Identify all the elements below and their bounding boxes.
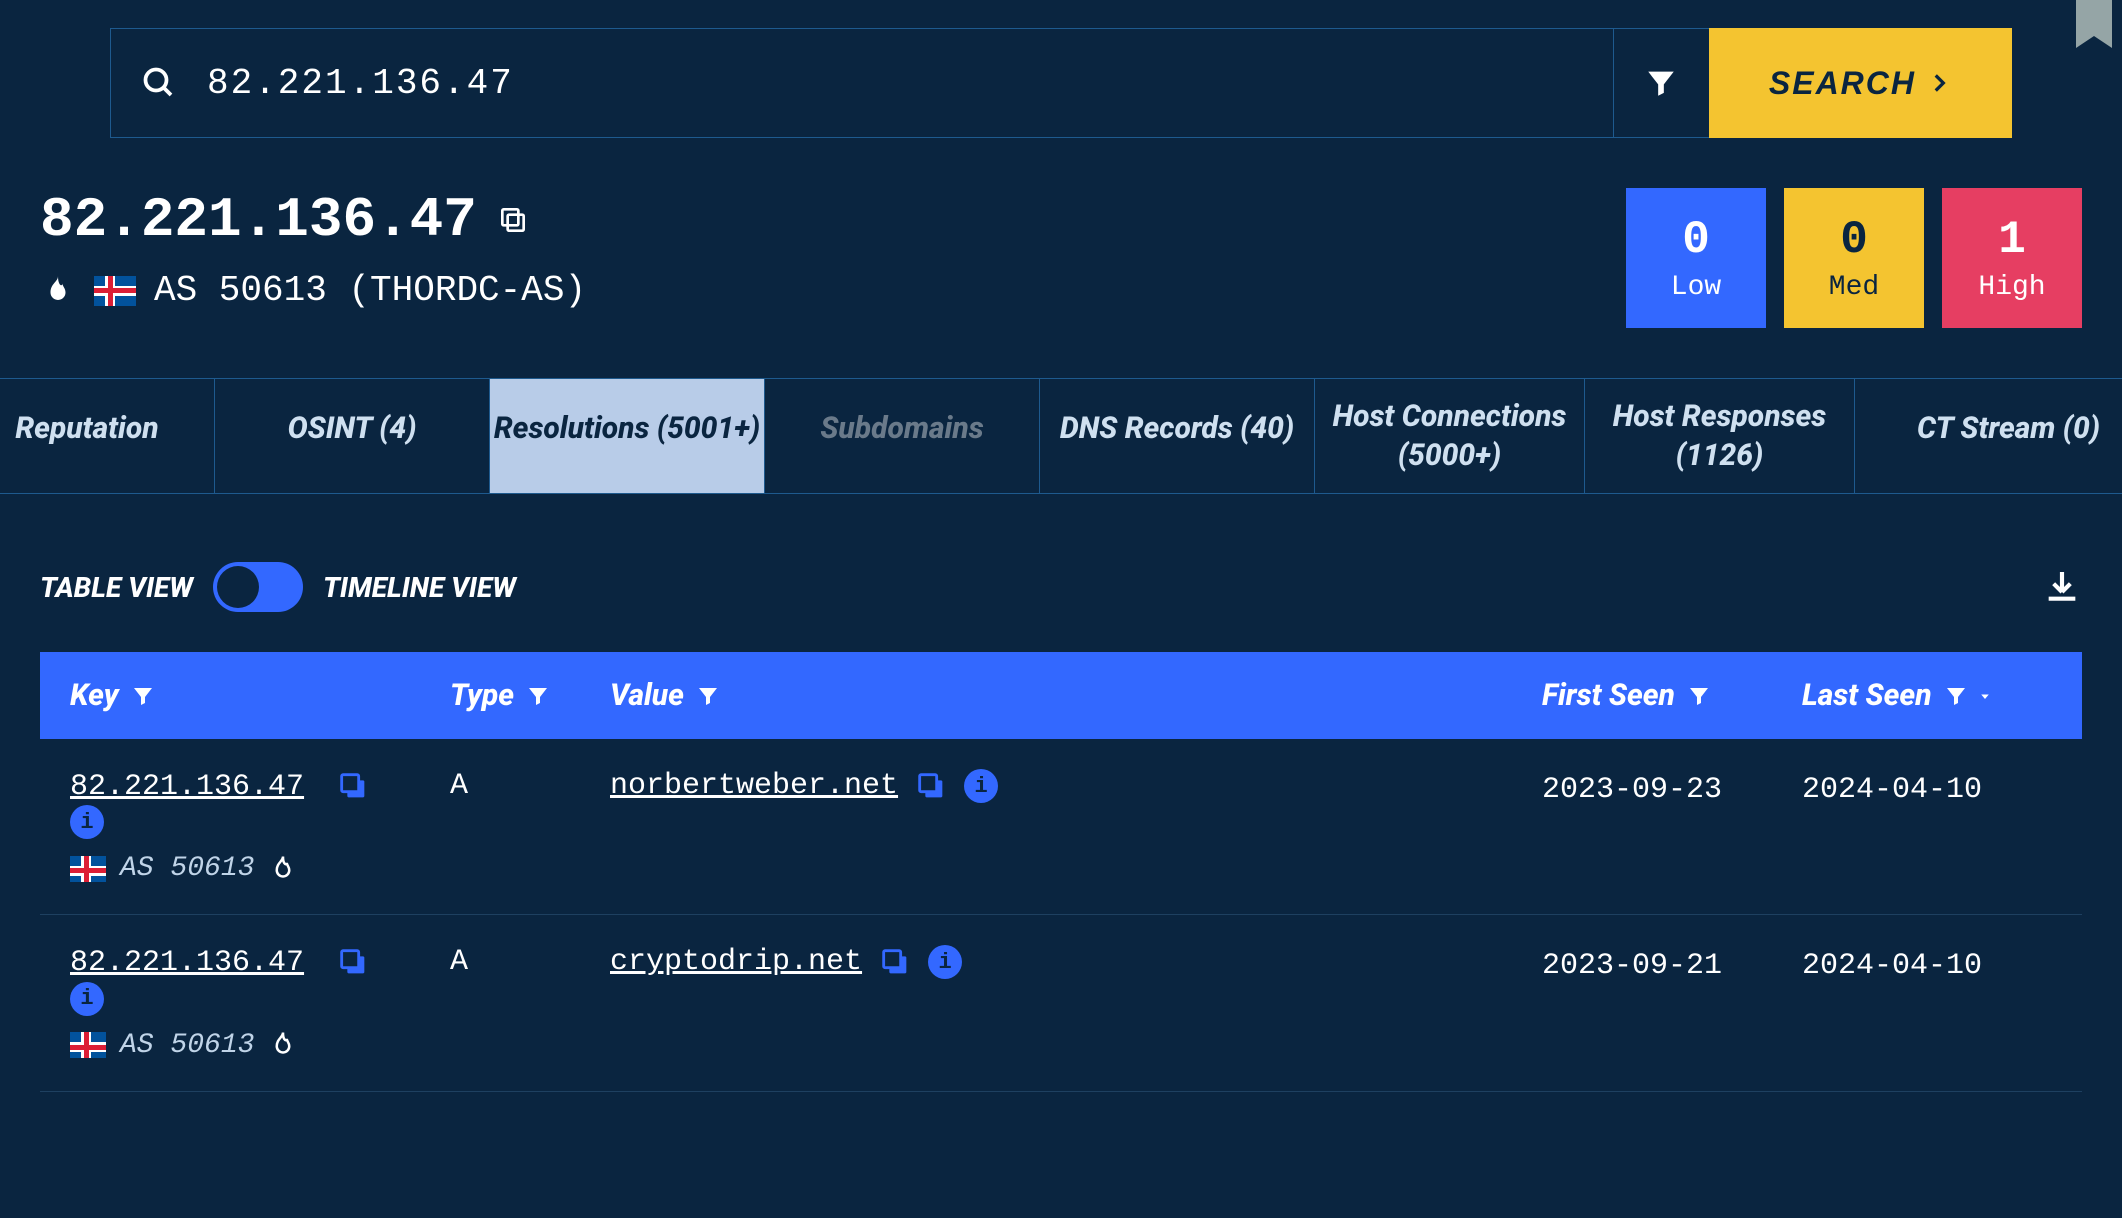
tab-subdomains[interactable]: Subdomains xyxy=(765,379,1040,493)
download-icon[interactable] xyxy=(2042,567,2082,607)
filter-icon xyxy=(1687,684,1711,708)
score-high-label: High xyxy=(1978,272,2045,303)
search-icon xyxy=(141,65,177,101)
funnel-icon xyxy=(1644,66,1678,100)
filter-icon xyxy=(526,684,550,708)
page-title: 82.221.136.47 xyxy=(40,188,586,252)
resolutions-table: Key Type Value First Seen Last Seen 82.2… xyxy=(40,652,2082,1092)
search-input-wrap xyxy=(110,28,1614,138)
tab-dns[interactable]: DNS Records (40) xyxy=(1040,379,1315,493)
key-link[interactable]: 82.221.136.47 xyxy=(70,946,304,980)
filter-icon xyxy=(131,684,155,708)
flag-iceland-icon xyxy=(70,856,106,882)
table-row: 82.221.136.47 i AS 50613 A cryptodrip.ne… xyxy=(40,915,2082,1091)
flag-iceland-icon xyxy=(70,1032,106,1058)
search-button[interactable]: SEARCH xyxy=(1709,28,2012,138)
search-button-label: SEARCH xyxy=(1769,65,1916,102)
flame-icon xyxy=(268,1030,298,1060)
filter-icon xyxy=(1944,684,1968,708)
score-card-med[interactable]: 0 Med xyxy=(1784,188,1924,328)
asn-text: AS 50613 (THORDC-AS) xyxy=(154,270,586,311)
tabs: Reputation OSINT (4) Resolutions (5001+)… xyxy=(0,378,2122,494)
type-cell: A xyxy=(450,945,610,979)
search-filter-button[interactable] xyxy=(1614,28,1709,138)
col-key[interactable]: Key xyxy=(70,678,450,713)
score-med-count: 0 xyxy=(1840,214,1868,266)
copy-icon[interactable] xyxy=(336,769,370,803)
info-icon[interactable]: i xyxy=(70,982,104,1016)
value-link[interactable]: cryptodrip.net xyxy=(610,945,862,979)
page-title-text: 82.221.136.47 xyxy=(40,188,477,252)
tab-resolutions[interactable]: Resolutions (5001+) xyxy=(490,379,765,493)
asn-text: AS 50613 xyxy=(120,1030,254,1061)
last-seen-cell: 2024-04-10 xyxy=(1802,945,2052,987)
flame-icon xyxy=(40,273,76,309)
tab-host-connections[interactable]: Host Connections (5000+) xyxy=(1315,379,1585,493)
view-toggle-switch[interactable] xyxy=(213,562,303,612)
flag-iceland-icon xyxy=(94,276,136,306)
search-bar: SEARCH xyxy=(110,28,2012,138)
timeline-view-label: TIMELINE VIEW xyxy=(323,571,516,604)
tab-reputation[interactable]: Reputation xyxy=(0,379,215,493)
col-first-seen[interactable]: First Seen xyxy=(1542,678,1802,713)
chevron-right-icon xyxy=(1926,70,1952,96)
score-low-count: 0 xyxy=(1682,214,1710,266)
info-icon[interactable]: i xyxy=(928,945,962,979)
info-icon[interactable]: i xyxy=(964,769,998,803)
score-cards: 0 Low 0 Med 1 High xyxy=(1626,188,2082,328)
sort-desc-icon xyxy=(1976,687,1994,705)
score-low-label: Low xyxy=(1671,272,1721,303)
copy-icon[interactable] xyxy=(878,945,912,979)
subtitle: AS 50613 (THORDC-AS) xyxy=(40,270,586,311)
search-input[interactable] xyxy=(207,63,1583,104)
tab-ct-stream[interactable]: CT Stream (0) xyxy=(1855,379,2122,493)
first-seen-cell: 2023-09-21 xyxy=(1542,945,1802,987)
col-last-seen[interactable]: Last Seen xyxy=(1802,678,2052,713)
key-link[interactable]: 82.221.136.47 xyxy=(70,770,304,804)
last-seen-cell: 2024-04-10 xyxy=(1802,769,2052,811)
filter-icon xyxy=(696,684,720,708)
score-card-low[interactable]: 0 Low xyxy=(1626,188,1766,328)
tab-osint[interactable]: OSINT (4) xyxy=(215,379,490,493)
table-view-label: TABLE VIEW xyxy=(40,571,193,604)
table-header: Key Type Value First Seen Last Seen xyxy=(40,652,2082,739)
tab-host-responses[interactable]: Host Responses (1126) xyxy=(1585,379,1855,493)
score-high-count: 1 xyxy=(1998,214,2026,266)
first-seen-cell: 2023-09-23 xyxy=(1542,769,1802,811)
col-value[interactable]: Value xyxy=(610,678,1542,713)
copy-icon[interactable] xyxy=(336,945,370,979)
copy-icon[interactable] xyxy=(914,769,948,803)
col-type[interactable]: Type xyxy=(450,678,610,713)
flame-icon xyxy=(268,854,298,884)
info-icon[interactable]: i xyxy=(70,805,104,839)
score-card-high[interactable]: 1 High xyxy=(1942,188,2082,328)
view-toggle: TABLE VIEW TIMELINE VIEW xyxy=(40,562,516,612)
type-cell: A xyxy=(450,769,610,803)
value-link[interactable]: norbertweber.net xyxy=(610,769,898,803)
copy-icon[interactable] xyxy=(497,204,529,236)
table-row: 82.221.136.47 i AS 50613 A norbertweber.… xyxy=(40,739,2082,915)
score-med-label: Med xyxy=(1829,272,1879,303)
asn-text: AS 50613 xyxy=(120,853,254,884)
